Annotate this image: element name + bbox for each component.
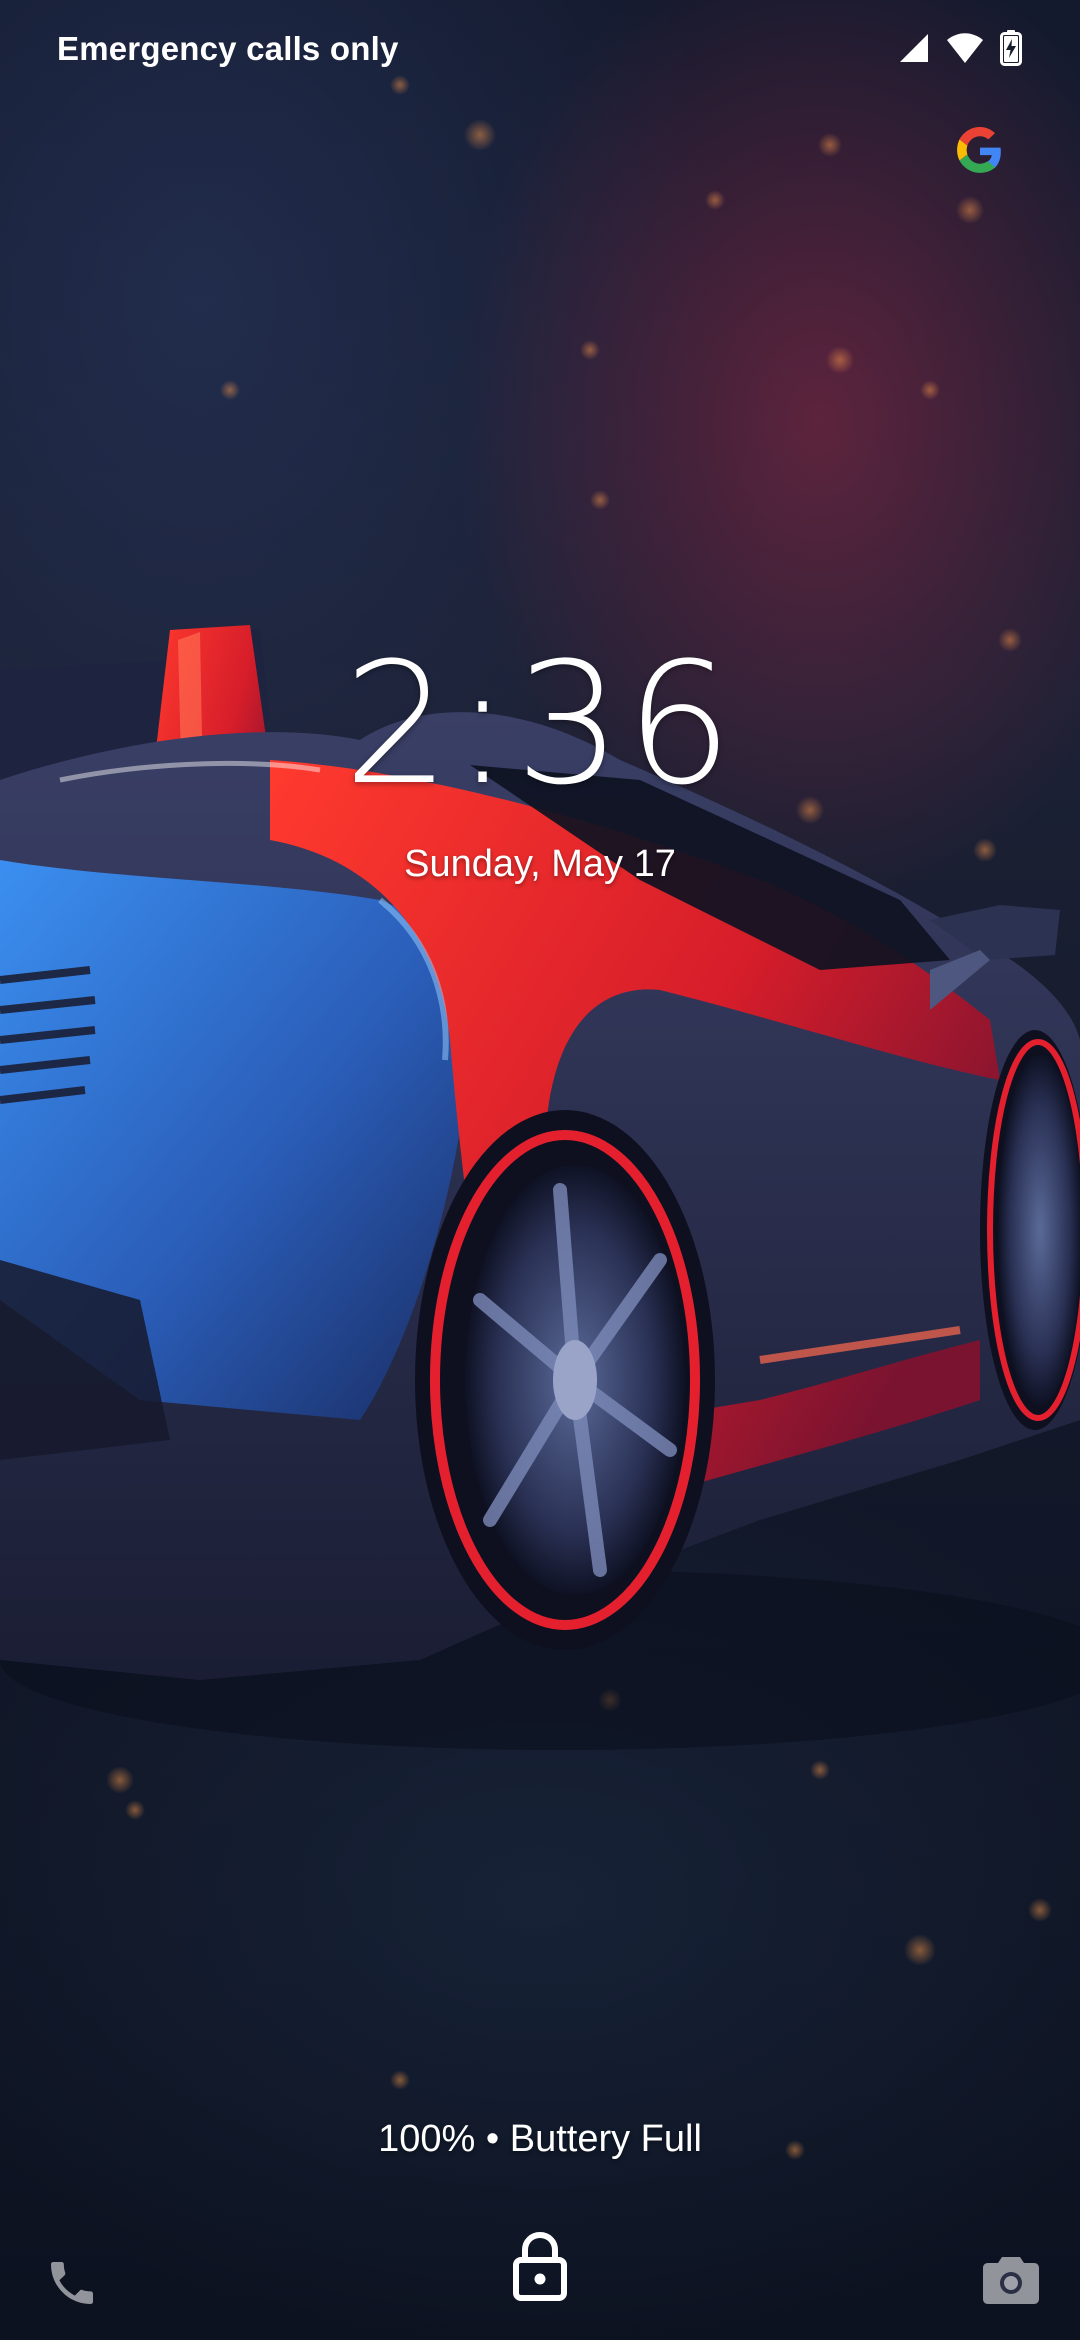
google-logo-icon[interactable] [955, 126, 1005, 176]
lock-screen: Emergency calls only 2:36 Sunday, May 17… [0, 0, 1080, 2340]
camera-icon[interactable] [982, 2253, 1040, 2310]
wifi-icon [946, 32, 984, 69]
lockscreen-date: Sunday, May 17 [404, 843, 676, 885]
signal-icon [898, 32, 930, 69]
status-icons [898, 30, 1022, 71]
phone-icon[interactable] [44, 2255, 100, 2316]
carrier-status-text: Emergency calls only [57, 30, 399, 67]
battery-charging-icon [1000, 30, 1022, 71]
wallpaper-image [0, 75, 1080, 2160]
battery-status-text: 100% • Buttery Full [378, 2118, 702, 2160]
lock-icon[interactable] [508, 2228, 572, 2307]
lockscreen-clock: 2:36 [343, 626, 737, 822]
status-bar: Emergency calls only [0, 0, 1080, 100]
